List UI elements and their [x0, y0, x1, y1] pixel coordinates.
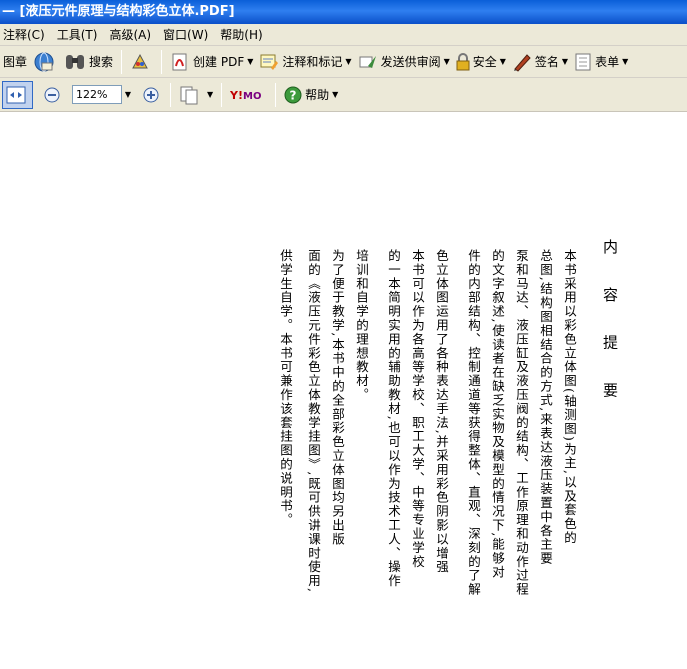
sign-button[interactable]: 签名 ▼ — [509, 49, 571, 75]
send-review-icon — [358, 52, 378, 72]
search-button[interactable]: 搜索 — [61, 49, 116, 75]
sign-label: 签名 — [534, 55, 559, 69]
help-label: 帮助 — [305, 88, 330, 102]
svg-text:Y!: Y! — [230, 89, 243, 102]
yahoo-button[interactable]: Y! MO — [227, 82, 270, 108]
search-label: 搜索 — [89, 55, 114, 69]
lock-icon — [456, 52, 470, 71]
forms-label: 表单 — [595, 55, 620, 69]
create-pdf-label: 创建 PDF — [193, 55, 245, 69]
email-button[interactable] — [30, 49, 61, 75]
document-line: 本书采用以彩色立体图(轴测图)为主,以及套色的 — [562, 249, 577, 545]
create-pdf-icon — [170, 52, 190, 72]
chevron-down-icon[interactable]: ▼ — [332, 90, 338, 99]
chevron-down-icon[interactable]: ▼ — [345, 57, 351, 66]
document-line: 件的内部结构、控制通道等获得整体、直观、深刻的了解 — [466, 249, 481, 597]
globe-mail-icon — [33, 51, 55, 73]
menu-bar: 注释(C) 工具(T) 高级(A) 窗口(W) 帮助(H) — [0, 24, 687, 46]
chevron-down-icon[interactable]: ▼ — [444, 57, 450, 66]
stamp-button[interactable]: 图章 — [0, 49, 30, 75]
document-line: 为了便于教学,本书中的全部彩色立体图均另出版 — [330, 249, 345, 547]
rotate-view-button[interactable]: ▼ — [176, 82, 216, 108]
zoom-in-icon — [143, 87, 159, 103]
security-label: 安全 — [472, 55, 497, 69]
comment-markup-label: 注释和标记 — [282, 55, 343, 69]
document-line: 色立体图运用了各种表达手法,并采用彩色阴影以增强 — [434, 249, 449, 575]
zoom-in-button[interactable] — [140, 82, 165, 108]
document-line: 的一本简明实用的辅助教材,也可以作为技术工人、操作 — [386, 249, 401, 588]
document-line: 本书可以作为各高等学校、职工大学、中等专业学校 — [410, 249, 425, 569]
view-toolbar: 122% ▼ ▼ Y! MO ? 帮助 ▼ — [0, 78, 687, 112]
stamp-label: 图章 — [3, 55, 28, 69]
zoom-out-button[interactable] — [41, 82, 66, 108]
create-pdf-button[interactable]: 创建 PDF ▼ — [167, 49, 256, 75]
chevron-down-icon[interactable]: ▼ — [247, 57, 253, 66]
window-title: — [液压元件原理与结构彩色立体.PDF] — [2, 4, 235, 19]
forms-icon — [574, 52, 592, 72]
security-button[interactable]: 安全 ▼ — [453, 49, 509, 75]
menu-tools[interactable]: 工具(T) — [54, 24, 107, 46]
document-view[interactable]: 内 容 提 要 本书采用以彩色立体图(轴测图)为主,以及套色的 总图,结构图相结… — [0, 113, 687, 669]
binoculars-icon — [64, 52, 86, 72]
zoom-input[interactable]: 122% — [72, 85, 122, 104]
forms-button[interactable]: 表单 ▼ — [571, 49, 631, 75]
chevron-down-icon[interactable]: ▼ — [500, 57, 506, 66]
document-heading: 内 容 提 要 — [601, 239, 619, 412]
document-line: 培训和自学的理想教材。 — [354, 249, 369, 402]
organizer-button[interactable] — [127, 49, 156, 75]
yahoo-logo-icon: Y! MO — [230, 88, 264, 102]
svg-text:?: ? — [290, 88, 297, 102]
menu-advanced[interactable]: 高级(A) — [106, 24, 160, 46]
help-button[interactable]: ? 帮助 ▼ — [281, 82, 341, 108]
menu-help[interactable]: 帮助(H) — [217, 24, 271, 46]
toolbar-separator — [161, 49, 163, 74]
document-line: 总图,结构图相结合的方式,来表达液压装置中各主要 — [538, 249, 553, 566]
toolbar-separator — [170, 82, 171, 107]
send-review-label: 发送供审阅 — [380, 55, 441, 69]
fit-width-button[interactable] — [2, 80, 33, 109]
chevron-down-icon[interactable]: ▼ — [122, 85, 134, 104]
document-line: 面的《液压元件彩色立体教学挂图》,既可供讲课时使用, — [306, 249, 321, 594]
document-line: 供学生自学。本书可兼作该套挂图的说明书。 — [278, 249, 293, 527]
chevron-down-icon[interactable]: ▼ — [622, 57, 628, 66]
main-toolbar: 图章 搜索 创建 PDF ▼ 注释和标记 ▼ 发送供审阅 ▼ 安全 ▼ 签名 ▼… — [0, 46, 687, 78]
chevron-down-icon[interactable]: ▼ — [207, 90, 213, 99]
toolbar-separator — [275, 82, 277, 107]
menu-comment[interactable]: 注释(C) — [0, 24, 54, 46]
toolbar-separator — [121, 49, 123, 74]
pen-icon — [512, 52, 532, 72]
chevron-down-icon[interactable]: ▼ — [562, 57, 568, 66]
fit-width-icon — [6, 86, 26, 104]
pages-icon — [179, 85, 201, 105]
help-icon: ? — [284, 86, 302, 104]
menu-window[interactable]: 窗口(W) — [160, 24, 217, 46]
comment-markup-icon — [259, 52, 279, 72]
send-review-button[interactable]: 发送供审阅 ▼ — [355, 49, 453, 75]
document-line: 泵和马达、液压缸及液压阀的结构、工作原理和动作过程 — [514, 249, 529, 597]
document-line: 的文字叙述,使读者在缺乏实物及模型的情况下,能够对 — [490, 249, 505, 580]
palette-icon — [130, 52, 150, 72]
svg-text:MO: MO — [243, 91, 261, 102]
comment-markup-button[interactable]: 注释和标记 ▼ — [256, 49, 354, 75]
zoom-out-icon — [44, 87, 60, 103]
window-title-bar: — [液压元件原理与结构彩色立体.PDF] — [0, 0, 687, 24]
toolbar-separator — [221, 82, 223, 107]
